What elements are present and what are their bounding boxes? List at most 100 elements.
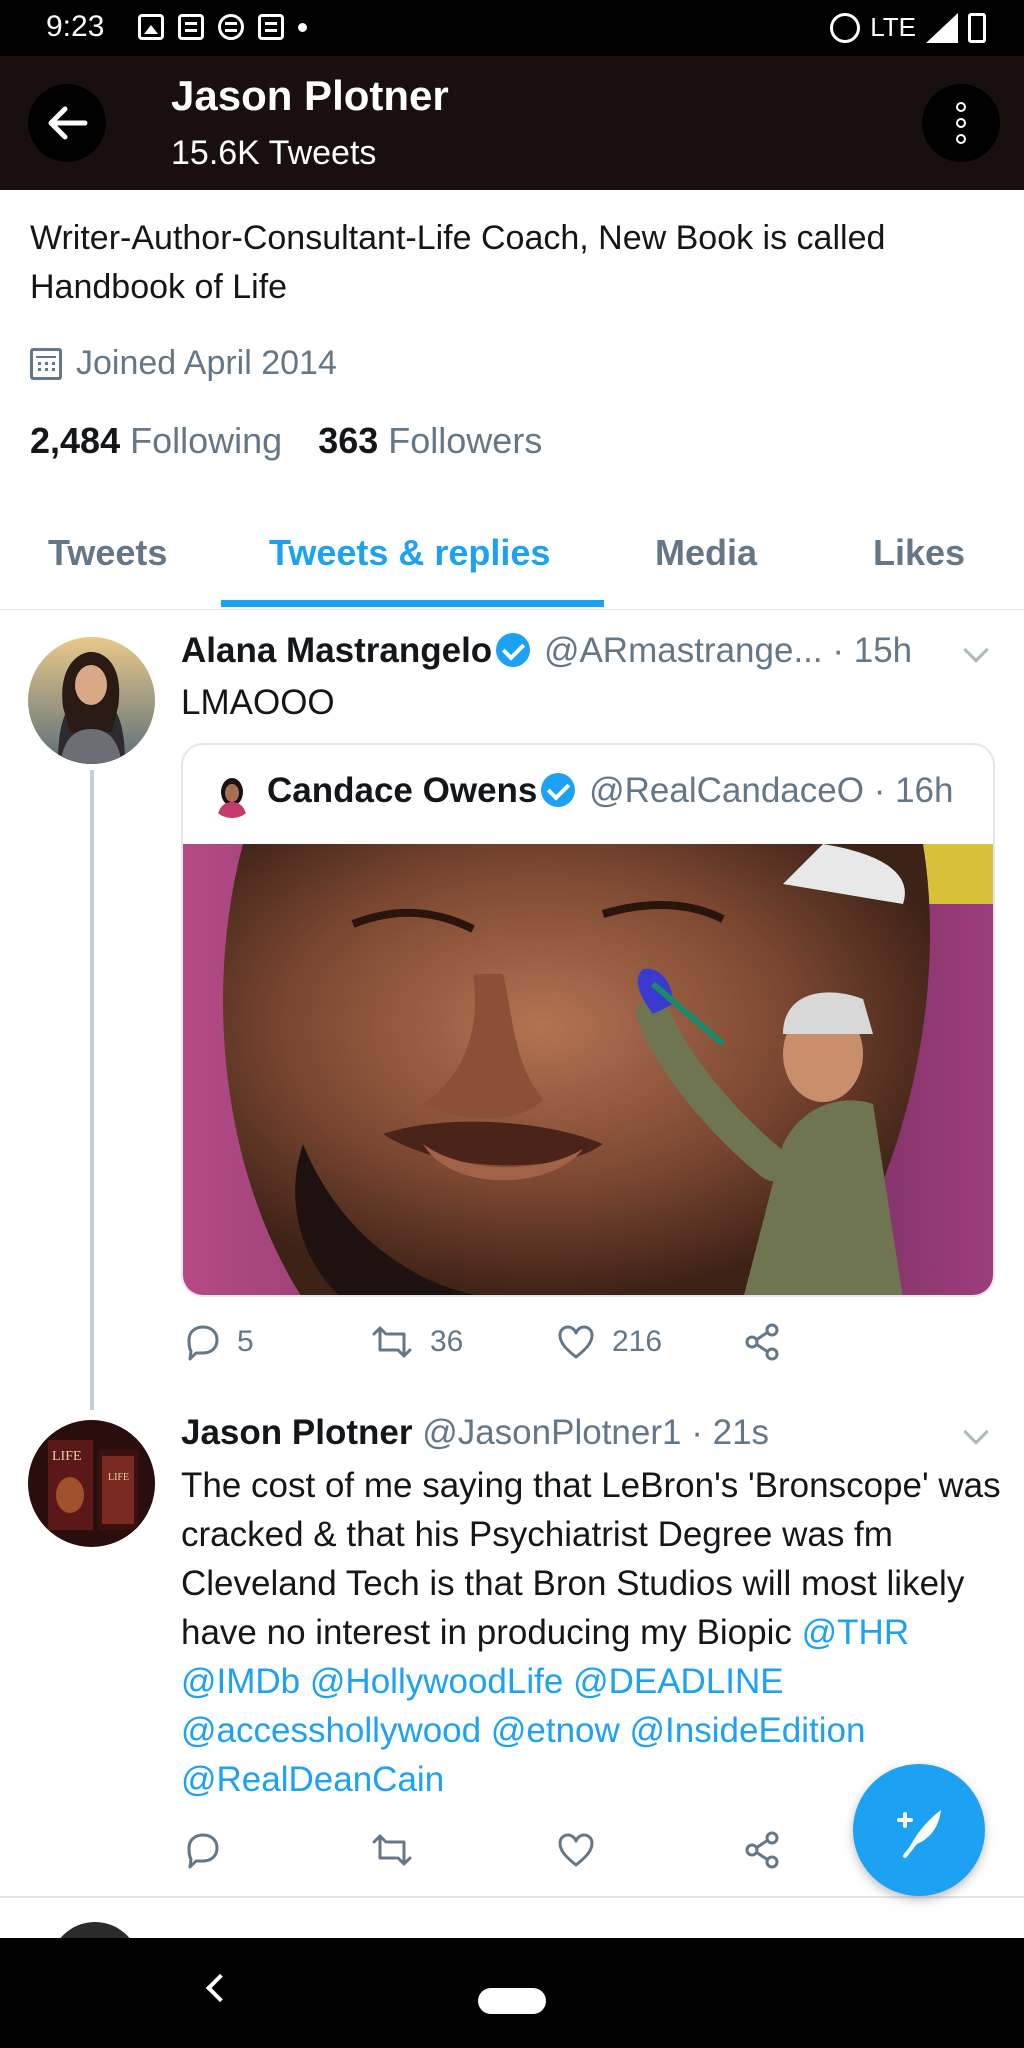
nav-back-icon[interactable]: [205, 1973, 235, 2003]
author-name[interactable]: Jason Plotner: [181, 1413, 412, 1452]
chevron-down-icon[interactable]: [963, 1419, 989, 1445]
followers-link[interactable]: 363 Followers: [318, 420, 542, 462]
like-button[interactable]: [556, 1830, 596, 1870]
reply-button[interactable]: [181, 1830, 221, 1870]
followers-label: Followers: [388, 420, 543, 461]
retweet-icon: [372, 1326, 412, 1358]
tweet-time: · 21s: [691, 1413, 770, 1452]
tweet-count: 15.6K Tweets: [171, 134, 377, 172]
quote-author-handle: @RealCandaceO: [589, 771, 864, 810]
following-link[interactable]: 2,484 Following: [30, 420, 282, 462]
svg-text:LIFE: LIFE: [52, 1449, 82, 1464]
image-icon: [138, 14, 164, 40]
compose-tweet-button[interactable]: [853, 1764, 985, 1896]
retweet-button[interactable]: 36: [370, 1322, 463, 1362]
tweet-header: Jason Plotner @JasonPlotner1 · 21s: [181, 1413, 769, 1453]
avatar[interactable]: [28, 637, 155, 764]
profile-tabs: Tweets Tweets & replies Media Likes: [0, 520, 1024, 610]
tab-tweets[interactable]: Tweets: [48, 532, 167, 574]
joined-date: Joined April 2014: [30, 344, 337, 383]
mention-link[interactable]: @accesshollywood: [181, 1711, 481, 1750]
tweet-text: LMAOOO: [181, 683, 335, 722]
quote-photo[interactable]: [183, 844, 995, 1297]
share-icon: [745, 1831, 779, 1869]
signal-icon: [926, 12, 958, 43]
tab-tweets-and-replies[interactable]: Tweets & replies: [269, 532, 550, 574]
quote-header: Candace Owens @RealCandaceO · 16h: [267, 771, 953, 811]
system-nav-bar: [0, 1938, 1024, 2048]
followers-count: 363: [318, 420, 379, 461]
share-icon: [745, 1323, 779, 1361]
chat-icon: [218, 14, 244, 40]
joined-label: Joined April 2014: [76, 344, 337, 382]
mention-link[interactable]: @etnow: [491, 1711, 620, 1750]
retweet-count: 36: [430, 1325, 464, 1358]
author-name[interactable]: Alana Mastrangelo: [181, 631, 492, 670]
retweet-button[interactable]: [370, 1830, 414, 1870]
share-button[interactable]: [742, 1322, 782, 1362]
mention-link[interactable]: @THR: [802, 1613, 909, 1652]
message-icon: [178, 14, 204, 40]
thread-connector: [90, 770, 94, 1410]
tweet-header: Alana Mastrangelo @ARmastrange... · 15h: [181, 631, 912, 671]
reply-button[interactable]: 5: [181, 1322, 254, 1362]
mention-link[interactable]: @InsideEdition: [630, 1711, 866, 1750]
reply-count: 5: [237, 1325, 254, 1358]
dot-icon: [956, 134, 966, 144]
status-time: 9:23: [46, 10, 105, 43]
mention-link[interactable]: @RealDeanCain: [181, 1760, 444, 1799]
status-bar: 9:23 LTE: [0, 0, 1024, 56]
heart-icon: [558, 1325, 594, 1359]
heart-icon: [558, 1833, 594, 1867]
notification-icons: [138, 14, 307, 40]
dot-icon: [956, 118, 966, 128]
share-button[interactable]: [742, 1830, 782, 1870]
arrow-left-icon: [48, 106, 88, 140]
svg-text:LIFE: LIFE: [108, 1472, 129, 1483]
dot-icon: [956, 102, 966, 112]
quote-author-name: Candace Owens: [267, 771, 538, 810]
verified-icon: [541, 773, 576, 807]
avatar[interactable]: LIFE LIFE: [28, 1420, 155, 1547]
mention-link[interactable]: @IMDb: [181, 1662, 300, 1701]
like-count: 216: [612, 1325, 663, 1358]
reply-icon: [187, 1833, 219, 1869]
retweet-icon: [372, 1834, 412, 1866]
quoted-tweet[interactable]: Candace Owens @RealCandaceO · 16h: [181, 743, 995, 1297]
avatar-image: LIFE LIFE: [28, 1420, 155, 1547]
nav-home-pill[interactable]: [478, 1988, 546, 2014]
verified-icon: [496, 633, 531, 667]
more-notifications-icon: [298, 22, 307, 32]
profile-bio: Writer-Author-Consultant-Life Coach, New…: [30, 219, 886, 306]
message-icon: [258, 14, 284, 40]
alarm-icon: [830, 12, 861, 43]
author-handle[interactable]: @ARmastrange...: [544, 631, 823, 670]
network-label: LTE: [870, 12, 916, 42]
chevron-down-icon[interactable]: [963, 637, 989, 663]
author-handle[interactable]: @JasonPlotner1: [422, 1413, 681, 1452]
following-label: Following: [130, 420, 283, 461]
compose-feather-icon: [897, 1810, 941, 1858]
active-tab-indicator: [221, 600, 604, 607]
back-button[interactable]: [28, 84, 106, 162]
battery-icon: [968, 12, 986, 43]
reply-icon: [187, 1325, 219, 1361]
avatar-image: [28, 637, 155, 764]
quote-avatar-image: [209, 772, 255, 818]
quote-time: · 16h: [873, 771, 954, 810]
calendar-icon: [30, 347, 62, 380]
profile-name: Jason Plotner: [171, 72, 449, 119]
next-tweet-peek: [0, 1898, 1024, 1938]
tab-media[interactable]: Media: [655, 532, 757, 574]
following-count: 2,484: [30, 420, 121, 461]
mention-link[interactable]: @HollywoodLife: [310, 1662, 563, 1701]
like-button[interactable]: 216: [556, 1322, 662, 1362]
tweet-text: The cost of me saying that LeBron's 'Bro…: [181, 1461, 1001, 1804]
tab-likes[interactable]: Likes: [873, 532, 965, 574]
follow-counts: 2,484 Following 363 Followers: [30, 420, 542, 462]
quote-avatar: [209, 772, 255, 818]
more-options-button[interactable]: [922, 84, 1000, 162]
profile-header: Jason Plotner 15.6K Tweets: [0, 56, 1024, 190]
tweet-time: · 15h: [832, 631, 913, 670]
mention-link[interactable]: @DEADLINE: [573, 1662, 784, 1701]
